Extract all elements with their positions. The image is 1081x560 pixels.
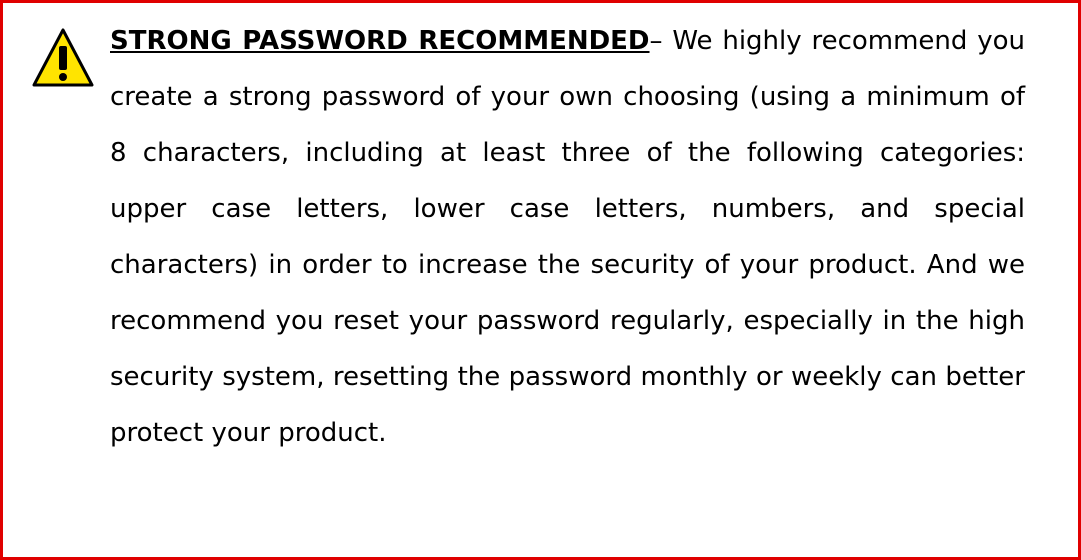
notice-paragraph: STRONG PASSWORD RECOMMENDED– We highly r… bbox=[110, 13, 1025, 461]
notice-body: We highly recommend you create a strong … bbox=[110, 26, 1025, 448]
notice-separator: – bbox=[649, 26, 673, 56]
strong-password-notice: STRONG PASSWORD RECOMMENDED– We highly r… bbox=[0, 0, 1081, 560]
warning-icon bbox=[32, 28, 94, 87]
notice-heading: STRONG PASSWORD RECOMMENDED bbox=[110, 26, 650, 56]
